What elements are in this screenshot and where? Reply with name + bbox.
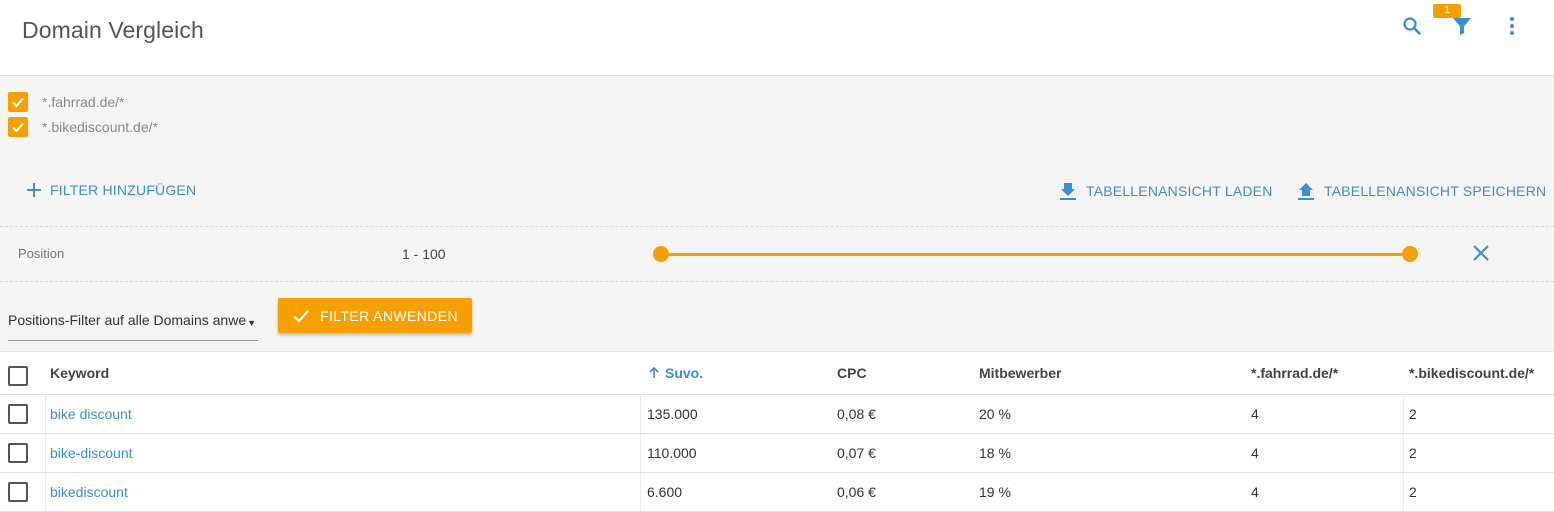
keyword-link[interactable]: bike discount: [50, 395, 132, 433]
more-vert-icon[interactable]: [1500, 14, 1524, 38]
column-divider: [1403, 473, 1404, 511]
load-view-button[interactable]: TABELLENANSICHT LADEN: [1058, 181, 1273, 201]
fahrrad-position-cell: 4: [1251, 445, 1259, 461]
table-row: bike discount 135.000 0,08 € 20 % 4 2: [0, 395, 1554, 434]
position-slider-max-handle[interactable]: [1402, 246, 1418, 262]
table-header-row: Keyword Suvo. CPC Mitbewerber *.fahrrad.…: [0, 352, 1554, 395]
apply-filter-label: FILTER ANWENDEN: [320, 307, 458, 324]
bikediscount-position-cell: 2: [1409, 484, 1417, 500]
domain-checkbox[interactable]: [8, 117, 28, 137]
bikediscount-position-cell: 2: [1409, 445, 1417, 461]
divider: [0, 281, 1554, 282]
download-icon: [1060, 183, 1076, 200]
mitbewerber-cell: 20 %: [979, 406, 1011, 422]
column-divider: [640, 434, 641, 472]
mitbewerber-cell: 18 %: [979, 445, 1011, 461]
column-divider: [45, 395, 46, 433]
divider: [0, 226, 1554, 227]
domain-label: *.bikediscount.de/*: [42, 119, 158, 135]
remove-filter-icon[interactable]: [1472, 244, 1490, 267]
column-header-suvo[interactable]: Suvo.: [647, 352, 703, 394]
fahrrad-position-cell: 4: [1251, 484, 1259, 500]
column-header-cpc[interactable]: CPC: [837, 352, 867, 394]
table-row: bikediscount 6.600 0,06 € 19 % 4 2: [0, 473, 1554, 512]
sort-ascending-icon: [649, 366, 659, 378]
suvo-cell: 135.000: [647, 406, 698, 422]
column-header-bikediscount[interactable]: *.bikediscount.de/*: [1409, 352, 1534, 394]
cpc-cell: 0,08 €: [837, 406, 876, 422]
column-header-keyword[interactable]: Keyword: [50, 352, 109, 394]
cpc-cell: 0,06 €: [837, 484, 876, 500]
column-header-fahrrad[interactable]: *.fahrrad.de/*: [1251, 352, 1338, 394]
keyword-link[interactable]: bike-discount: [50, 434, 133, 472]
column-divider: [45, 473, 46, 511]
domain-checkbox[interactable]: [8, 92, 28, 112]
domain-row: *.bikediscount.de/*: [8, 117, 158, 137]
domain-label: *.fahrrad.de/*: [42, 94, 125, 110]
domain-row: *.fahrrad.de/*: [8, 92, 125, 112]
keyword-table: Keyword Suvo. CPC Mitbewerber *.fahrrad.…: [0, 351, 1554, 512]
plus-icon: [27, 183, 41, 197]
suvo-cell: 6.600: [647, 484, 683, 500]
search-icon[interactable]: [1400, 14, 1424, 38]
fahrrad-position-cell: 4: [1251, 406, 1259, 422]
apply-scope-select[interactable]: Positions-Filter auf alle Domains anwe ▼: [8, 306, 258, 341]
row-checkbox[interactable]: [8, 482, 28, 502]
cpc-cell: 0,07 €: [837, 445, 876, 461]
column-header-suvo-label: Suvo.: [665, 365, 704, 381]
position-filter-label: Position: [18, 246, 65, 261]
app-header: Domain Vergleich 1: [0, 0, 1554, 76]
add-filter-label: FILTER HINZUFÜGEN: [50, 182, 197, 198]
dropdown-arrow-icon: ▼: [247, 318, 256, 328]
column-divider: [1403, 395, 1404, 433]
check-icon: [293, 309, 309, 323]
filter-panel: *.fahrrad.de/* *.bikediscount.de/* FILTE…: [0, 76, 1554, 351]
column-divider: [45, 434, 46, 472]
filter-icon[interactable]: [1450, 14, 1474, 38]
load-view-label: TABELLENANSICHT LADEN: [1086, 183, 1273, 199]
bikediscount-position-cell: 2: [1409, 406, 1417, 422]
page-title: Domain Vergleich: [22, 17, 204, 43]
upload-icon: [1298, 183, 1314, 200]
column-divider: [640, 395, 641, 433]
position-range-text: 1 - 100: [402, 246, 446, 262]
select-all-checkbox[interactable]: [8, 366, 28, 386]
table-row: bike-discount 110.000 0,07 € 18 % 4 2: [0, 434, 1554, 473]
column-divider: [1403, 434, 1404, 472]
save-view-label: TABELLENANSICHT SPEICHERN: [1324, 183, 1547, 199]
mitbewerber-cell: 19 %: [979, 484, 1011, 500]
row-checkbox[interactable]: [8, 404, 28, 424]
row-checkbox[interactable]: [8, 443, 28, 463]
position-slider-track[interactable]: [660, 253, 1410, 256]
suvo-cell: 110.000: [647, 445, 697, 461]
column-header-mitbewerber[interactable]: Mitbewerber: [979, 352, 1061, 394]
apply-filter-button[interactable]: FILTER ANWENDEN: [278, 298, 472, 333]
position-slider-min-handle[interactable]: [653, 246, 669, 262]
add-filter-button[interactable]: FILTER HINZUFÜGEN: [26, 182, 196, 198]
keyword-link[interactable]: bikediscount: [50, 473, 128, 511]
column-divider: [640, 473, 641, 511]
apply-scope-value: Positions-Filter auf alle Domains anwe: [8, 312, 247, 328]
save-view-button[interactable]: TABELLENANSICHT SPEICHERN: [1296, 181, 1546, 201]
